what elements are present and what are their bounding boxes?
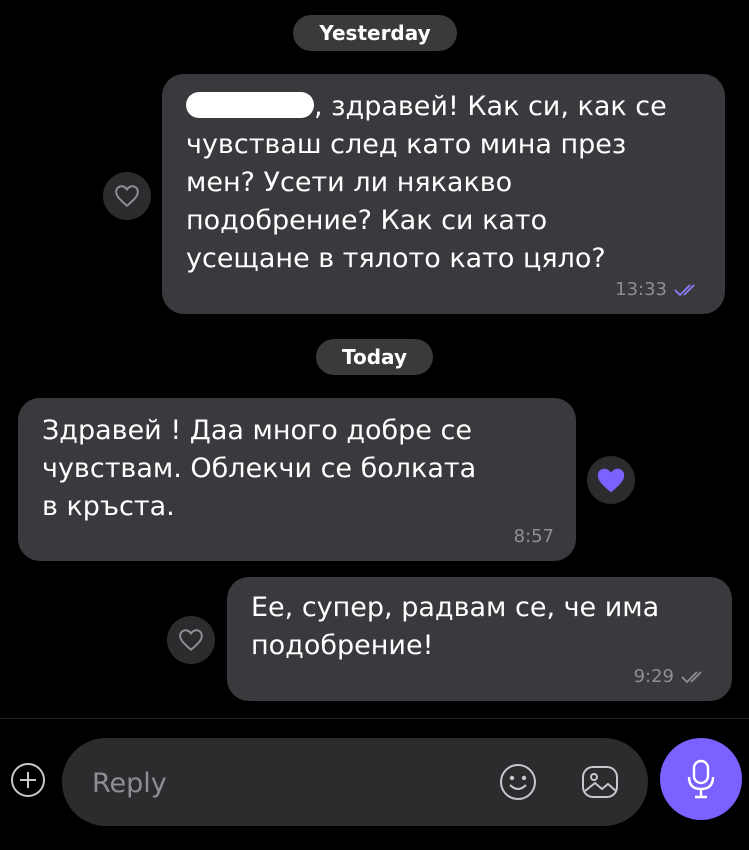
voice-record-button[interactable] [660, 738, 742, 820]
message-text: Ее, супер, радвам се, че има подобрение! [251, 592, 660, 661]
message-bubble-outgoing[interactable]: Ее, супер, радвам се, че има подобрение!… [227, 577, 732, 701]
date-separator-yesterday: Yesterday [293, 15, 457, 51]
composer-divider [0, 718, 749, 719]
add-button[interactable] [10, 762, 46, 798]
heart-outline-icon [179, 629, 203, 652]
react-button[interactable] [167, 616, 215, 664]
message-bubble-outgoing[interactable]: , здравей! Как си, как се чувстваш след … [162, 74, 725, 314]
message-time: 13:33 [615, 279, 667, 300]
heart-filled-icon [597, 468, 625, 492]
message-meta: 8:57 [514, 526, 554, 547]
smiley-icon [500, 764, 536, 800]
double-check-icon [674, 283, 695, 296]
message-bubble-incoming[interactable]: Здравей ! Даа много добре се чувствам. О… [18, 398, 576, 561]
date-separator-today: Today [316, 339, 433, 375]
microphone-icon [687, 759, 715, 799]
message-text: Здравей ! Даа много добре се чувствам. О… [42, 415, 477, 522]
message-time: 8:57 [513, 526, 554, 547]
reply-input[interactable] [90, 762, 474, 804]
redacted-name [186, 92, 314, 118]
message-time: 9:29 [633, 666, 674, 687]
image-icon [582, 766, 618, 798]
plus-circle-icon [11, 763, 45, 797]
composer-field[interactable] [62, 738, 648, 826]
message-meta: 9:29 [634, 666, 710, 687]
react-button[interactable] [103, 172, 151, 220]
double-check-icon [681, 670, 702, 683]
heart-outline-icon [115, 185, 139, 208]
message-text: , здравей! Как си, как се чувстваш след … [186, 91, 667, 274]
gallery-button[interactable] [580, 762, 620, 802]
emoji-button[interactable] [498, 762, 538, 802]
reaction-heart[interactable] [587, 456, 635, 504]
message-meta: 13:33 [615, 279, 703, 300]
